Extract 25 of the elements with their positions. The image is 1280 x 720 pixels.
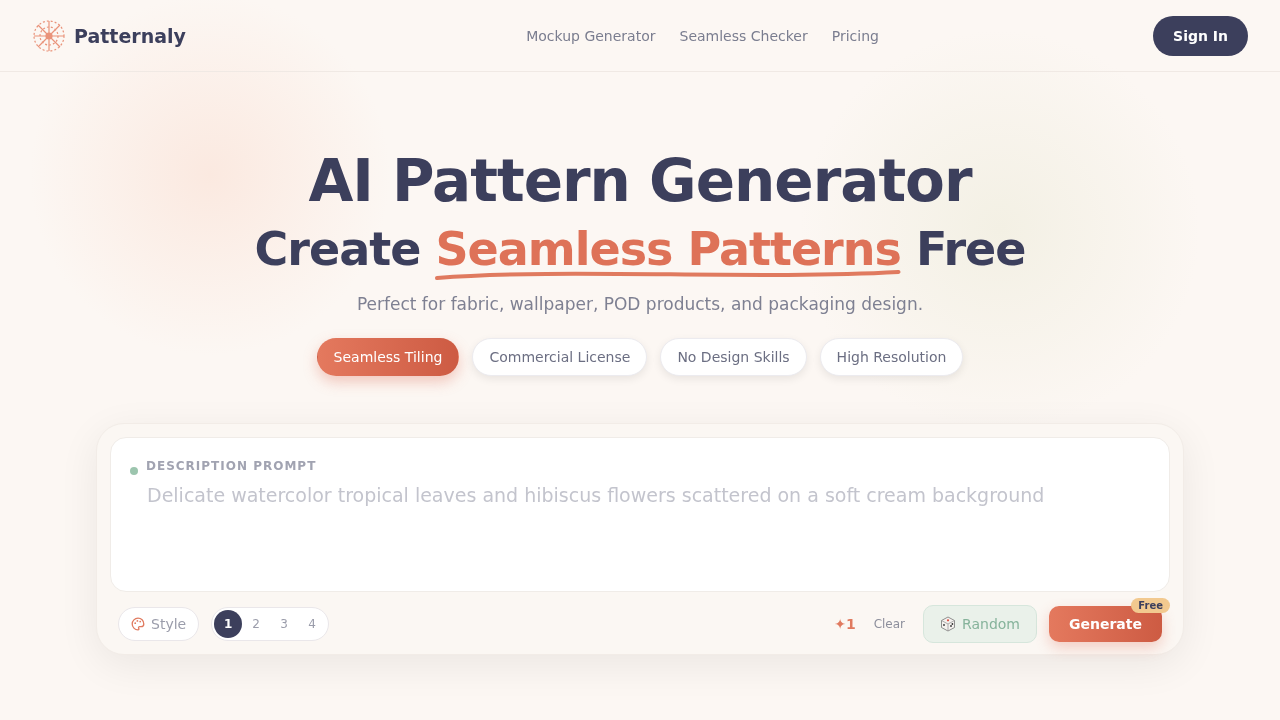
free-badge: Free — [1131, 598, 1170, 613]
tagline: Perfect for fabric, wallpaper, POD products, and packaging design. — [356, 294, 924, 314]
count-option[interactable]: 1 — [214, 610, 243, 638]
logo-icon — [32, 18, 66, 53]
random-button[interactable]: Random — [923, 605, 1037, 643]
count-option[interactable]: 3 — [270, 610, 299, 638]
nav-link[interactable]: Pricing — [831, 27, 879, 44]
credit-count: ✦1 — [834, 616, 856, 632]
feature-chip[interactable]: Commercial License — [472, 338, 648, 376]
dice-icon — [940, 616, 957, 632]
nav-link[interactable]: Mockup Generator — [526, 27, 656, 44]
headline: Create Seamless Patterns Free — [254, 216, 1026, 282]
field-label: DESCRIPTION PROMPT — [146, 459, 317, 473]
feature-chip[interactable]: High Resolution — [819, 338, 964, 376]
count-option[interactable]: 4 — [298, 610, 327, 638]
feature-chip[interactable]: No Design Skills — [660, 338, 807, 376]
feature-chip[interactable]: Seamless Tiling — [316, 338, 460, 376]
count-option[interactable]: 2 — [242, 610, 271, 638]
nav-link[interactable]: Seamless Checker — [679, 27, 808, 44]
clear-button[interactable]: Clear — [867, 616, 912, 632]
sign-in-button[interactable]: Sign In — [1153, 15, 1248, 56]
style-button[interactable]: Style — [118, 607, 200, 641]
palette-icon — [131, 617, 145, 631]
page-title: AI Pattern Generator — [308, 146, 972, 216]
brand-name[interactable]: Patternaly — [74, 24, 186, 47]
